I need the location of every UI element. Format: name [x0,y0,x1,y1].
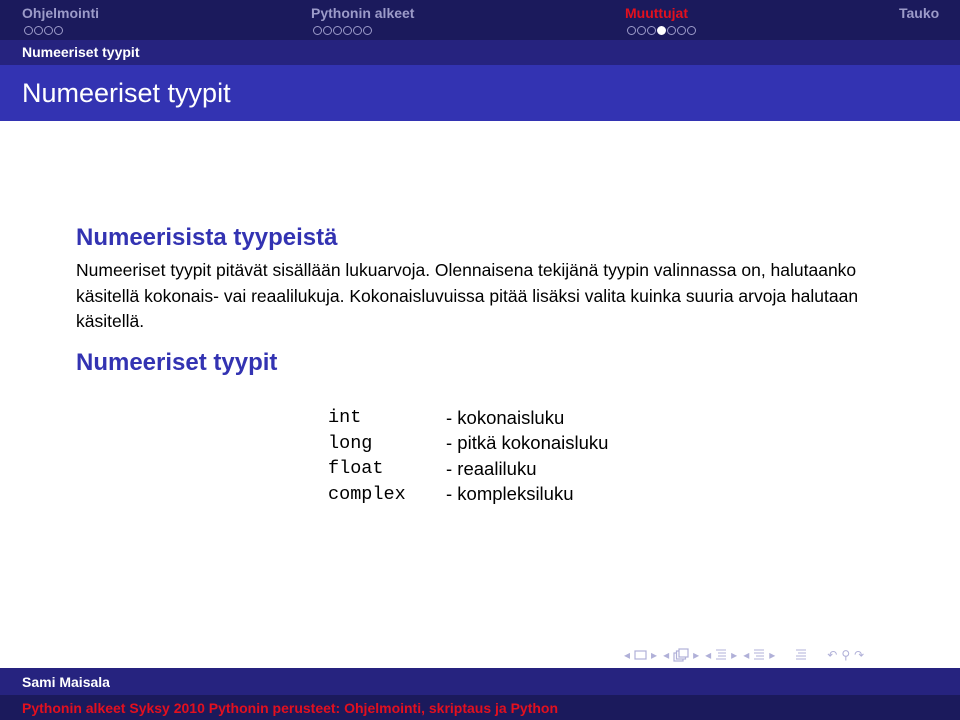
arrow-left-icon[interactable]: ◂ [663,648,669,662]
arrow-left-icon[interactable]: ◂ [705,648,711,662]
frame-dot[interactable] [677,26,686,35]
frame-title: Numeeriset tyypit [22,78,231,108]
type-name: float [328,458,384,480]
frame-dot[interactable] [333,26,342,35]
frame-dot[interactable] [24,26,33,35]
type-description: - kokonaisluku [446,406,565,428]
type-row: long - pitkä kokonaisluku [328,431,608,457]
frame-nav: ◂ ▸ [663,648,699,662]
slide-content: Numeerisista tyypeistä Numeeriset tyypit… [76,224,896,377]
document-icon[interactable] [795,648,807,662]
frame-dot[interactable] [667,26,676,35]
frame-dot[interactable] [687,26,696,35]
frame-dot[interactable] [637,26,646,35]
subsection-nav: ◂ ▸ [705,648,737,662]
frame-dot[interactable] [54,26,63,35]
subsection-icon[interactable] [715,648,727,662]
block-title-numeerisista: Numeerisista tyypeistä [76,224,338,251]
type-description: - reaaliluku [446,457,537,479]
types-table: int - kokonaisluku long - pitkä kokonais… [328,405,608,507]
section-dots-pythonin-alkeet [313,26,372,35]
section-link-tauko[interactable]: Tauko [899,5,939,21]
search-nav: ↶ ⚲ ↷ [827,648,864,662]
section-nav: ◂ ▸ [743,648,775,662]
arrow-right-icon[interactable]: ▸ [769,648,775,662]
frame-dot[interactable] [44,26,53,35]
current-frame-dot[interactable] [657,26,666,35]
footer-author-bar: Sami Maisala [0,668,960,695]
arrow-left-icon[interactable]: ◂ [743,648,749,662]
footer-title-bar: Pythonin alkeet Syksy 2010 Pythonin peru… [0,695,960,720]
footer-title: Pythonin alkeet Syksy 2010 Pythonin peru… [22,700,559,716]
frame-dot[interactable] [647,26,656,35]
redo-icon[interactable]: ↷ [854,648,864,662]
frame-dot[interactable] [627,26,636,35]
undo-icon[interactable]: ↶ [827,648,837,662]
type-row: complex - kompleksiluku [328,482,608,508]
frame-dot[interactable] [363,26,372,35]
type-row: float - reaaliluku [328,456,608,482]
arrow-right-icon[interactable]: ▸ [651,648,657,662]
footer-author: Sami Maisala [22,674,110,690]
section-navigation-bar: Ohjelmointi Pythonin alkeet Muuttujat Ta… [0,0,960,40]
type-name: int [328,407,362,429]
frame-dot[interactable] [353,26,362,35]
type-description: - pitkä kokonaisluku [446,432,609,454]
slide-icon[interactable] [634,650,647,660]
section-dots-ohjelmointi [24,26,63,35]
beamer-navigation-symbols: ◂ ▸ ◂ ▸ ◂ ▸ ◂ ▸ ↶ ⚲ ↷ [624,646,864,664]
frame-dot[interactable] [323,26,332,35]
frame-dot[interactable] [34,26,43,35]
arrow-left-icon[interactable]: ◂ [624,648,630,662]
section-link-pythonin-alkeet[interactable]: Pythonin alkeet [311,5,414,21]
type-description: - kompleksiluku [446,483,574,505]
type-name: complex [328,483,406,505]
search-icon[interactable]: ⚲ [841,648,850,662]
slide-nav: ◂ ▸ [624,648,657,662]
frame-dot[interactable] [343,26,352,35]
section-icon[interactable] [753,648,765,662]
frame-icon[interactable] [673,648,689,662]
document-nav [795,648,807,662]
section-dots-muuttujat [627,26,696,35]
subsection-title[interactable]: Numeeriset tyypit [22,44,139,60]
section-link-ohjelmointi[interactable]: Ohjelmointi [22,5,99,21]
type-row: int - kokonaisluku [328,405,608,431]
arrow-right-icon[interactable]: ▸ [693,648,699,662]
arrow-right-icon[interactable]: ▸ [731,648,737,662]
block-title-numeeriset-tyypit: Numeeriset tyypit [76,348,278,376]
block-text: Numeeriset tyypit pitävät sisällään luku… [76,260,859,331]
frame-dot[interactable] [313,26,322,35]
type-name: long [328,432,373,454]
subsection-bar: Numeeriset tyypit [0,40,960,65]
frame-title-bar: Numeeriset tyypit [0,65,960,121]
section-link-muuttujat[interactable]: Muuttujat [625,5,688,21]
